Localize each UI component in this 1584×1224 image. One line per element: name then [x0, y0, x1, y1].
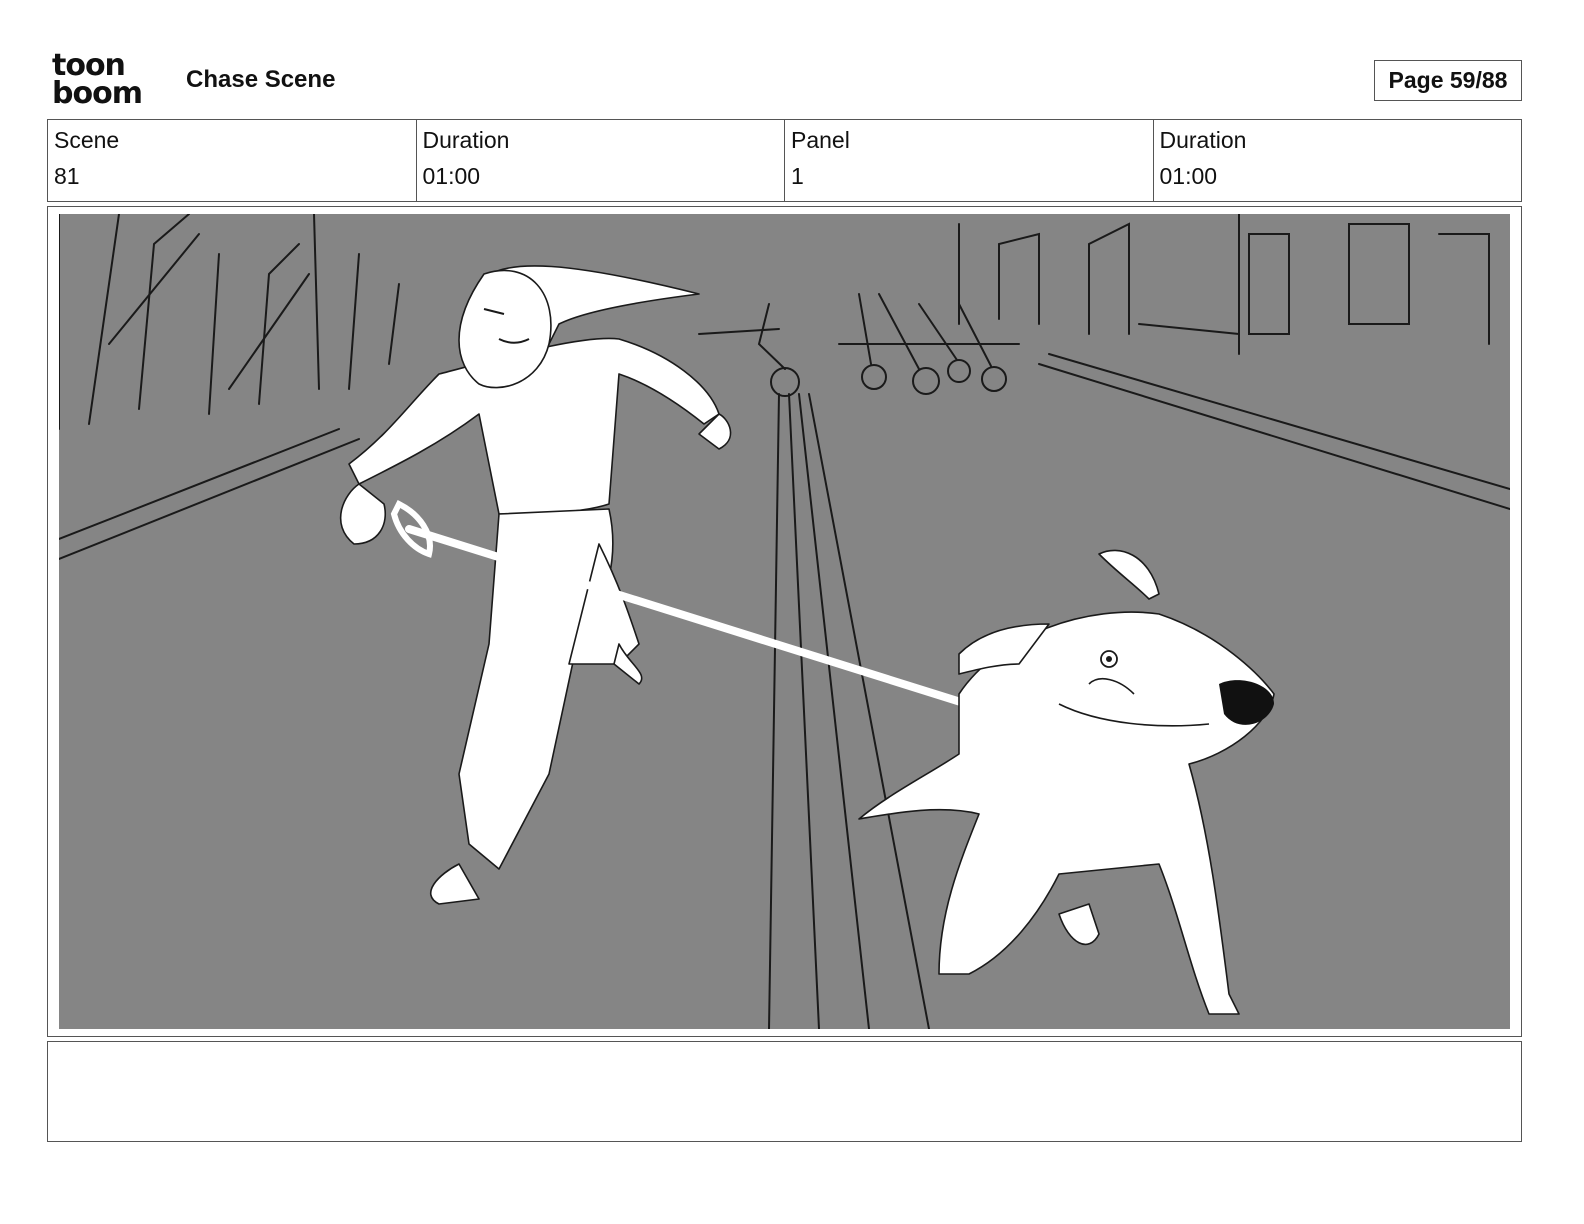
scene-duration-label: Duration — [422, 127, 510, 153]
panel-duration-label: Duration — [1159, 127, 1247, 153]
document-title: Chase Scene — [186, 66, 336, 93]
toonboom-logo: toon boom — [52, 51, 164, 112]
scene-label: Scene — [54, 127, 120, 153]
page-indicator: Page 59/88 — [1374, 60, 1522, 101]
panel-value: 1 — [791, 163, 804, 189]
scene-cell: Scene 81 — [48, 120, 417, 201]
page-label: Page 59/88 — [1388, 67, 1508, 93]
logo-line-2: boom — [52, 76, 143, 111]
panel-duration-cell: Duration 01:00 — [1154, 120, 1522, 201]
panel-label: Panel — [791, 127, 850, 153]
panel-cell: Panel 1 — [785, 120, 1154, 201]
scene-duration-value: 01:00 — [422, 163, 481, 189]
scene-duration-cell: Duration 01:00 — [417, 120, 785, 201]
panel-sketch — [59, 214, 1510, 1029]
scene-value: 81 — [54, 163, 80, 189]
storyboard-panel-frame — [47, 206, 1522, 1037]
scene-info-table: Scene 81 Duration 01:00 Panel 1 Duration… — [47, 119, 1522, 202]
panel-duration-value: 01:00 — [1159, 163, 1218, 189]
storyboard-panel-image — [59, 214, 1510, 1029]
panel-notes-box[interactable] — [47, 1041, 1522, 1142]
